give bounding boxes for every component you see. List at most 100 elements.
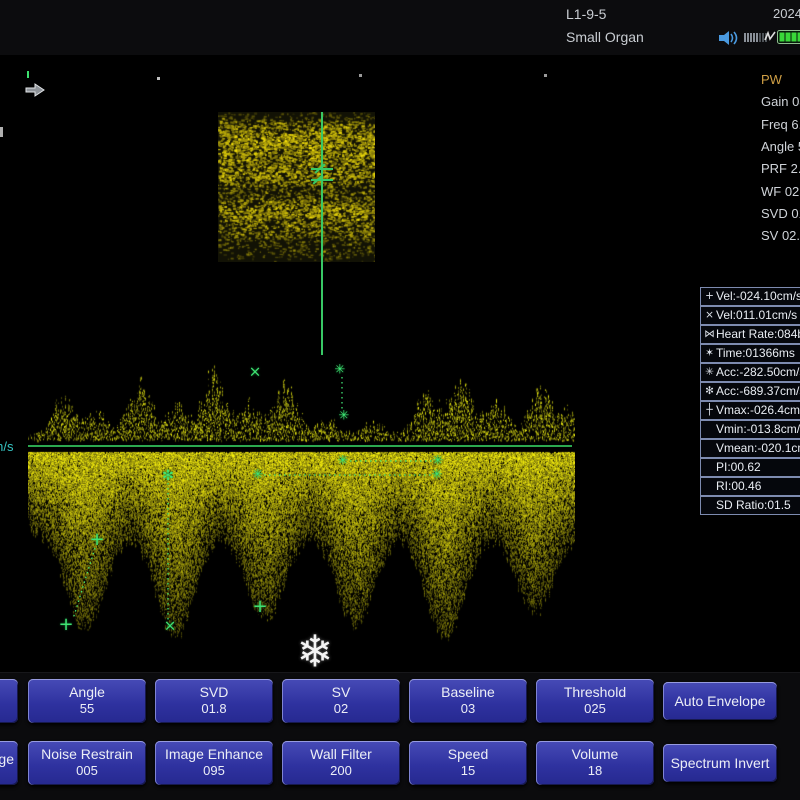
softkey-label: Image Enhance xyxy=(155,746,273,763)
softkey-label: Volume xyxy=(536,746,654,763)
result-marker-glyph: ⋈ xyxy=(703,326,716,343)
softkey-label: Baseline xyxy=(409,684,527,701)
caliper-plus-marker: + xyxy=(89,531,104,549)
result-text: Vel:-024.10cm/s xyxy=(716,288,800,305)
softkey-volume[interactable]: Volume18 xyxy=(536,741,654,785)
result-row-acc: ✳Acc:-282.50cm/s² xyxy=(700,363,800,382)
result-text: SD Ratio:01.5 xyxy=(716,497,791,514)
softkey-image-enhance[interactable]: Image Enhance095 xyxy=(155,741,273,785)
result-row-vmax: ┼Vmax:-026.4cm/s xyxy=(700,401,800,420)
result-marker-glyph: + xyxy=(703,288,716,305)
softkey-label: ge xyxy=(0,751,18,768)
result-text: Vmin:-013.8cm/s xyxy=(716,421,800,438)
result-row-vmean: Vmean:-020.1cm/s xyxy=(700,439,800,458)
ultrasound-screen: L1-9-5 Small Organ 2024-0 cm/s xyxy=(0,0,800,800)
scale-tick xyxy=(157,77,160,80)
softkey-noise-restrain[interactable]: Noise Restrain005 xyxy=(28,741,146,785)
softkey-value: 01.8 xyxy=(155,701,273,717)
softkey-sv[interactable]: SV02 xyxy=(282,679,400,723)
result-marker-glyph xyxy=(703,478,716,495)
caliper-star-marker: ✳ xyxy=(253,469,264,482)
softkey-label: Angle xyxy=(28,684,146,701)
softkey-value: 15 xyxy=(409,763,527,779)
result-text: Acc:-282.50cm/s² xyxy=(716,364,800,381)
result-row-vmin: Vmin:-013.8cm/s xyxy=(700,420,800,439)
result-text: Heart Rate:084bpm xyxy=(716,326,800,343)
softkey-baseline[interactable]: Baseline03 xyxy=(409,679,527,723)
softkey-label: Noise Restrain xyxy=(28,746,146,763)
softkey-label: Speed xyxy=(409,746,527,763)
softkey-label: Wall Filter xyxy=(282,746,400,763)
caliper-dotted-line xyxy=(73,548,95,619)
caliper-x-marker: × xyxy=(249,365,262,380)
scale-tick xyxy=(27,71,29,78)
result-text: Vmean:-020.1cm/s xyxy=(716,440,800,457)
freeze-snowflake-icon: ❄ xyxy=(297,627,334,678)
softkey-ge[interactable]: ge xyxy=(0,741,18,785)
result-row-acc: ✻Acc:-689.37cm/s² xyxy=(700,382,800,401)
caliper-plus-marker: + xyxy=(58,616,73,634)
softkey-label: Spectrum Invert xyxy=(671,755,770,772)
caliper-star-marker: ✳ xyxy=(335,364,346,377)
softkey-angle[interactable]: Angle55 xyxy=(28,679,146,723)
result-text: PI:00.62 xyxy=(716,459,761,476)
softkey-value: 200 xyxy=(282,763,400,779)
softkey-value: 03 xyxy=(409,701,527,717)
scale-tick xyxy=(359,74,362,77)
softkey-auto-envelope[interactable]: Auto Envelope xyxy=(663,682,777,720)
scale-tick xyxy=(0,127,3,137)
softkey-label: SV xyxy=(282,684,400,701)
result-marker-glyph: × xyxy=(703,307,716,324)
caliper-star-marker: ✳ xyxy=(433,455,444,468)
result-text: Time:01366ms xyxy=(716,345,795,362)
caliper-star-marker: ✳ xyxy=(432,469,443,482)
setting-prf: PRF 2.0 xyxy=(761,161,800,176)
scale-tick xyxy=(544,74,547,77)
setting-gain: Gain 030 xyxy=(761,94,800,109)
result-text: Vmax:-026.4cm/s xyxy=(716,402,800,419)
setting-svd: SVD 01.8 xyxy=(761,206,800,221)
softkey-blank[interactable] xyxy=(0,679,18,723)
result-marker-glyph xyxy=(703,421,716,438)
softkey-label: SVD xyxy=(155,684,273,701)
softkey-value: 18 xyxy=(536,763,654,779)
result-marker-glyph: ✶ xyxy=(703,345,716,362)
result-text: RI:00.46 xyxy=(716,478,761,495)
result-row-pi: PI:00.62 xyxy=(700,458,800,477)
softkey-spectrum-invert[interactable]: Spectrum Invert xyxy=(663,744,777,782)
result-row-ri: RI:00.46 xyxy=(700,477,800,496)
result-row-time: ✶Time:01366ms xyxy=(700,344,800,363)
caliper-x-marker: × xyxy=(164,619,177,634)
result-row-sd-ratio: SD Ratio:01.5 xyxy=(700,496,800,515)
softkey-value: 02 xyxy=(282,701,400,717)
softkey-wall-filter[interactable]: Wall Filter200 xyxy=(282,741,400,785)
softkey-label: Auto Envelope xyxy=(674,693,765,710)
softkey-panel: Angle55SVD01.8SV02Baseline03Threshold025… xyxy=(0,672,800,800)
result-marker-glyph xyxy=(703,440,716,457)
setting-freq: Freq 6.7 xyxy=(761,117,800,132)
caliper-burst-marker: ✻ xyxy=(162,469,174,483)
result-marker-glyph: ┼ xyxy=(703,402,716,419)
softkey-threshold[interactable]: Threshold025 xyxy=(536,679,654,723)
caliper-star-marker: ✳ xyxy=(338,455,349,468)
softkey-value: 005 xyxy=(28,763,146,779)
result-row-heart-rate: ⋈Heart Rate:084bpm xyxy=(700,325,800,344)
result-row-vel: +Vel:-024.10cm/s xyxy=(700,287,800,306)
softkey-value: 095 xyxy=(155,763,273,779)
softkey-svd[interactable]: SVD01.8 xyxy=(155,679,273,723)
caliper-star-marker: ✳ xyxy=(339,410,350,423)
setting-angle: Angle 55 xyxy=(761,139,800,154)
result-text: Acc:-689.37cm/s² xyxy=(716,383,800,400)
softkey-value: 55 xyxy=(28,701,146,717)
softkey-speed[interactable]: Speed15 xyxy=(409,741,527,785)
result-text: Vel:011.01cm/s xyxy=(716,307,797,324)
softkey-label: Threshold xyxy=(536,684,654,701)
result-marker-glyph xyxy=(703,459,716,476)
setting-wf: WF 025 xyxy=(761,184,800,199)
results-panel: +Vel:-024.10cm/s×Vel:011.01cm/s⋈Heart Ra… xyxy=(700,287,800,515)
caliper-plus-marker: + xyxy=(252,598,267,616)
result-marker-glyph: ✻ xyxy=(703,383,716,400)
result-marker-glyph: ✳ xyxy=(703,364,716,381)
softkey-value: 025 xyxy=(536,701,654,717)
setting-sv: SV 02.0 xyxy=(761,228,800,243)
